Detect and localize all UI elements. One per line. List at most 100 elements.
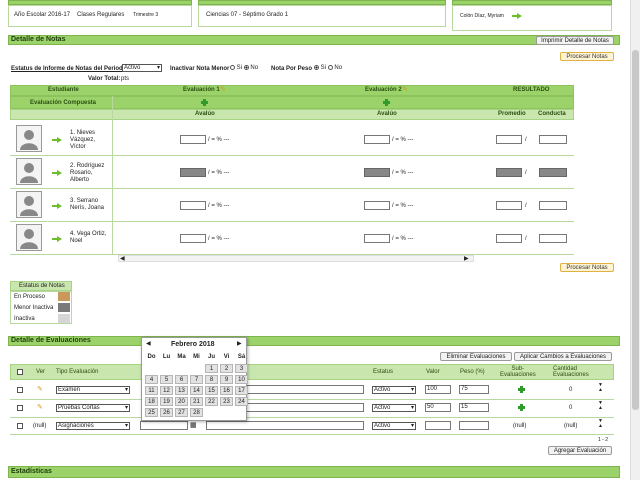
calendar-day[interactable]: 11 xyxy=(145,386,158,395)
calendar-day[interactable]: 19 xyxy=(160,397,173,406)
calendar-day[interactable]: 12 xyxy=(160,386,173,395)
calendar-day[interactable]: 6 xyxy=(175,375,188,384)
eval-weight-input[interactable] xyxy=(459,421,489,430)
calendar-day[interactable]: 5 xyxy=(160,375,173,384)
eval-row-checkbox[interactable] xyxy=(17,405,23,411)
eval-date-input[interactable] xyxy=(140,421,188,430)
by-weight-radios[interactable]: Si No xyxy=(314,65,342,71)
calendar-day[interactable]: 10 xyxy=(235,375,248,384)
calendar-day[interactable]: 14 xyxy=(190,386,203,395)
weight-si-radio[interactable] xyxy=(314,65,319,70)
status-select[interactable]: Activo xyxy=(122,64,162,72)
calendar-day[interactable]: 26 xyxy=(160,408,173,417)
eval-status-select[interactable]: Activo xyxy=(372,404,416,412)
process-notes-button-2[interactable]: Procesar Notas xyxy=(560,263,614,272)
add-sub-eval1-icon[interactable] xyxy=(201,99,208,106)
eval-weight-input[interactable]: 15 xyxy=(459,403,489,412)
calendar-day[interactable]: 15 xyxy=(205,386,218,395)
conducta-input[interactable] xyxy=(539,201,567,210)
delete-evals-button[interactable]: Eliminar Evaluaciones xyxy=(440,352,512,361)
add-sub-eval2-icon[interactable] xyxy=(383,99,390,106)
promedio-input[interactable] xyxy=(496,201,522,210)
calendar-day[interactable]: 16 xyxy=(220,386,233,395)
add-eval-button[interactable]: Agregar Evaluación xyxy=(548,446,612,455)
calendar-day[interactable]: 17 xyxy=(235,386,248,395)
student-arrow-icon[interactable] xyxy=(52,137,62,143)
calendar-day[interactable]: 21 xyxy=(190,397,203,406)
add-sub-eval-icon[interactable] xyxy=(518,386,525,393)
deactivate-radios[interactable]: Si No xyxy=(230,65,258,71)
promedio-input[interactable] xyxy=(496,234,522,243)
grade-eval1-input[interactable] xyxy=(180,234,206,243)
conducta-input[interactable] xyxy=(539,168,567,177)
calendar-day[interactable]: 3 xyxy=(235,364,248,373)
edit-eval1-icon[interactable]: ✎ xyxy=(220,86,227,93)
go-arrow-icon[interactable] xyxy=(512,13,522,19)
add-sub-eval-icon[interactable] xyxy=(518,404,525,411)
eval-type-select[interactable]: Examen xyxy=(56,386,130,394)
grade-eval2-input[interactable] xyxy=(364,168,390,177)
grade-eval1-input[interactable] xyxy=(180,168,206,177)
student-arrow-icon[interactable] xyxy=(52,236,62,242)
calendar-day[interactable]: 1 xyxy=(205,364,218,373)
calendar-day[interactable]: 9 xyxy=(220,375,233,384)
eval-type-select[interactable]: Pruebas Cortas xyxy=(56,404,130,412)
calendar-day[interactable]: 13 xyxy=(175,386,188,395)
edit-eval-icon[interactable]: ✎ xyxy=(37,386,44,393)
calendar-day[interactable]: 2 xyxy=(220,364,233,373)
calendar-day[interactable]: 4 xyxy=(145,375,158,384)
eval-status-select[interactable]: Activo xyxy=(372,422,416,430)
scroll-left-icon[interactable]: ◀ xyxy=(120,255,125,262)
calendar-day[interactable]: 20 xyxy=(175,397,188,406)
edit-eval2-icon[interactable]: ✎ xyxy=(402,86,409,93)
page-scrollbar[interactable] xyxy=(630,0,640,480)
calendar-day[interactable]: 24 xyxy=(235,397,248,406)
apply-evals-button[interactable]: Aplicar Cambios a Evaluaciones xyxy=(514,352,612,361)
eval-row-checkbox[interactable] xyxy=(17,387,23,393)
calendar-day[interactable]: 23 xyxy=(220,397,233,406)
calendar-day[interactable]: 25 xyxy=(145,408,158,417)
eval-value-input[interactable]: 100 xyxy=(425,385,451,394)
eval-type-select[interactable]: Asignaciones xyxy=(56,422,130,430)
eval-value-input[interactable] xyxy=(425,421,451,430)
date-picker-popup[interactable]: ◀ Febrero 2018 ▶ Do Lu Ma Mi Ju Vi Sá 1 2 3 4 5 6 7 8 9… xyxy=(141,337,248,421)
eval-description-input[interactable] xyxy=(206,421,364,430)
calendar-day[interactable]: 8 xyxy=(205,375,218,384)
select-all-checkbox[interactable] xyxy=(17,369,23,375)
grade-hscrollbar[interactable] xyxy=(118,255,474,262)
calendar-day[interactable]: 7 xyxy=(190,375,203,384)
calendar-day[interactable]: 18 xyxy=(145,397,158,406)
deactivate-si-radio[interactable] xyxy=(230,65,235,70)
reorder-icon[interactable]: ▼ ▲ xyxy=(598,401,603,411)
calendar-day[interactable]: 28 xyxy=(190,408,203,417)
eval-value-input[interactable]: 50 xyxy=(425,403,451,412)
print-notes-button[interactable]: Imprimir Detalle de Notas xyxy=(536,36,614,45)
scroll-right-icon[interactable]: ▶ xyxy=(464,255,469,262)
eval-status-select[interactable]: Activo xyxy=(372,386,416,394)
student-arrow-icon[interactable] xyxy=(52,203,62,209)
grade-eval2-input[interactable] xyxy=(364,201,390,210)
weight-no-radio[interactable] xyxy=(327,65,333,70)
conducta-input[interactable] xyxy=(539,135,567,144)
grade-eval1-input[interactable] xyxy=(180,201,206,210)
prev-month-icon[interactable]: ◀ xyxy=(146,340,151,347)
reorder-icon[interactable]: ▼ ▲ xyxy=(598,383,603,393)
next-month-icon[interactable]: ▶ xyxy=(237,340,242,347)
promedio-input[interactable] xyxy=(496,168,522,177)
scrollbar-thumb[interactable] xyxy=(632,50,639,410)
promedio-input[interactable] xyxy=(496,135,522,144)
eval-row-checkbox[interactable] xyxy=(17,423,23,429)
deactivate-no-radio[interactable] xyxy=(243,65,249,70)
calendar-icon[interactable]: ▦ xyxy=(190,421,197,429)
grade-eval1-input[interactable] xyxy=(180,135,206,144)
edit-eval-icon[interactable]: ✎ xyxy=(37,404,44,411)
student-arrow-icon[interactable] xyxy=(52,170,62,176)
grade-eval2-input[interactable] xyxy=(364,234,390,243)
calendar-day[interactable]: 27 xyxy=(175,408,188,417)
grade-eval2-input[interactable] xyxy=(364,135,390,144)
calendar-day[interactable]: 22 xyxy=(205,397,218,406)
process-notes-button[interactable]: Procesar Notas xyxy=(560,52,614,61)
eval-weight-input[interactable]: 75 xyxy=(459,385,489,394)
reorder-icon[interactable]: ▼ ▲ xyxy=(598,419,603,429)
conducta-input[interactable] xyxy=(539,234,567,243)
